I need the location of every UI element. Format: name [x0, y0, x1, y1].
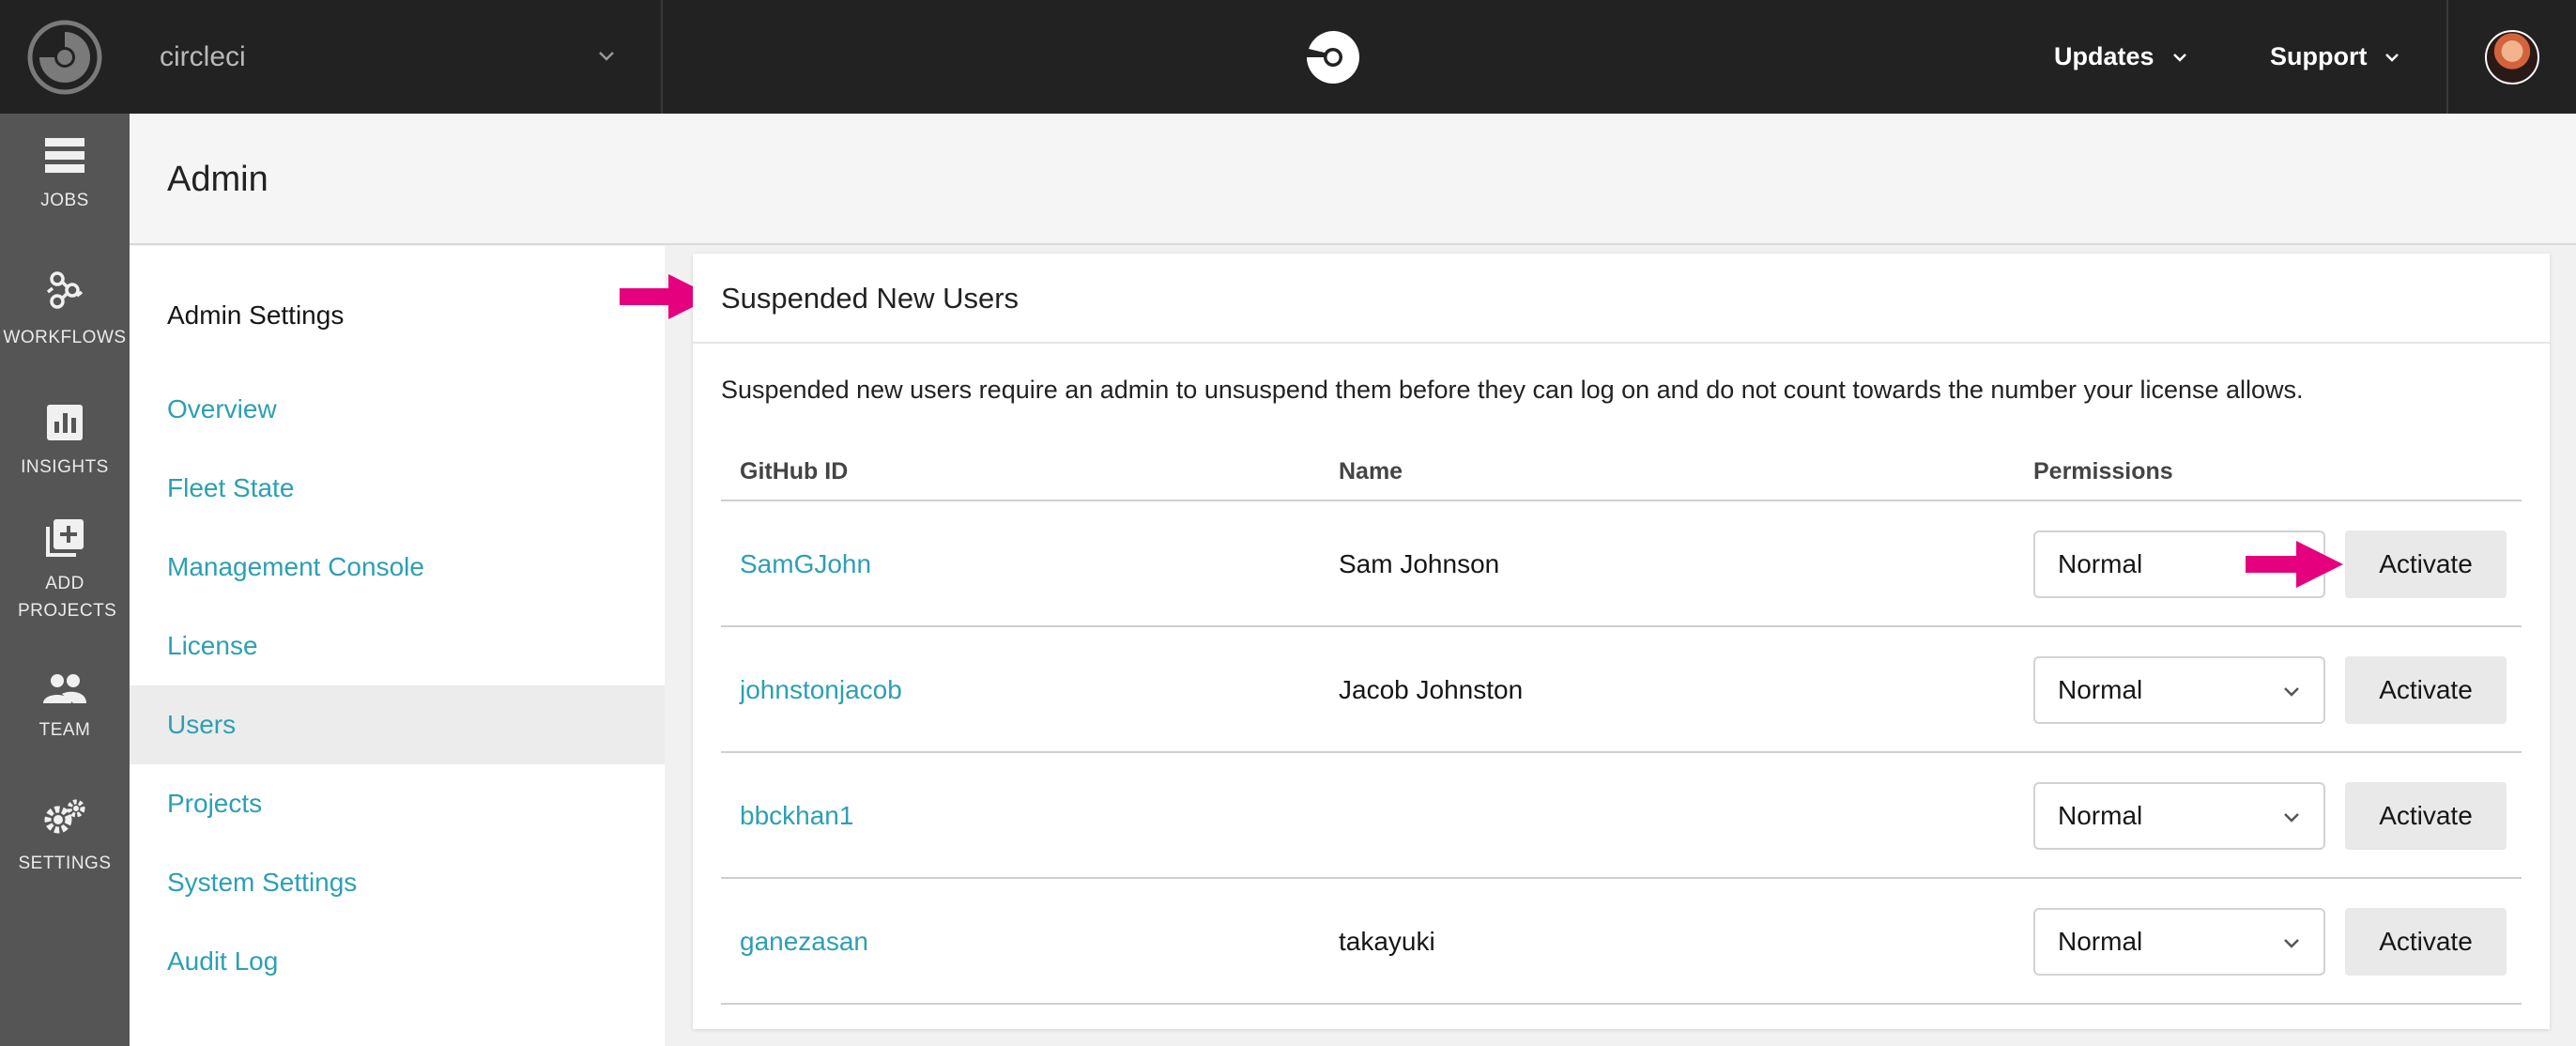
nav-item-system-settings[interactable]: System Settings [130, 843, 665, 922]
table-row: bbckhan1 Normal Activate [721, 753, 2522, 879]
users-table: GitHub ID Name Permissions SamGJohn Sam … [721, 441, 2522, 1005]
circleci-logo-icon [27, 20, 102, 94]
insights-icon [47, 405, 83, 440]
nav-item-users[interactable]: Users [130, 685, 665, 764]
chevron-down-icon [2172, 53, 2186, 62]
github-id-link[interactable]: SamGJohn [740, 501, 871, 627]
updates-menu[interactable]: Updates [2054, 0, 2188, 114]
rail-label: TEAM [38, 720, 91, 740]
rail-label: WORKFLOWS [3, 328, 127, 347]
avatar [2485, 29, 2539, 85]
user-name: Jacob Johnston [1339, 675, 1524, 704]
support-label: Support [2270, 42, 2368, 70]
user-name: Sam Johnson [1339, 549, 1500, 578]
user-name: takayuki [1339, 927, 1435, 956]
circleci-logo-button[interactable] [0, 0, 130, 114]
table-row: ganezasan takayuki Normal Activate [721, 879, 2522, 1005]
rail-label: JOBS [40, 191, 89, 210]
nav-item-overview[interactable]: Overview [130, 370, 665, 449]
rail-label: INSIGHTS [21, 457, 109, 477]
updates-label: Updates [2054, 42, 2154, 70]
admin-settings-nav: Admin Settings Overview Fleet State Mana… [130, 246, 665, 1046]
annotation-arrow-icon [2246, 541, 2343, 588]
table-row: SamGJohn Sam Johnson Normal Activate [721, 501, 2522, 627]
support-menu[interactable]: Support [2270, 0, 2400, 114]
org-name: circleci [160, 41, 246, 72]
workflows-icon [46, 271, 84, 309]
github-id-link[interactable]: ganezasan [740, 879, 868, 1005]
chevron-down-icon [599, 52, 614, 61]
user-menu[interactable] [2446, 0, 2576, 114]
permission-value: Normal [2058, 927, 2143, 956]
page-header: Admin [130, 114, 2576, 245]
permission-select[interactable]: Normal [2033, 782, 2325, 850]
github-id-link[interactable]: bbckhan1 [740, 753, 853, 879]
rail-item-insights[interactable]: INSIGHTS [0, 405, 130, 481]
jobs-icon [45, 138, 84, 173]
rail-label: SETTINGS [18, 854, 112, 873]
permission-select[interactable]: Normal [2033, 908, 2325, 976]
settings-icon [44, 799, 85, 834]
rail-item-settings[interactable]: SETTINGS [0, 799, 130, 877]
table-row: johnstonjacob Jacob Johnston Normal Acti… [721, 627, 2522, 753]
panel-description: Suspended new users require an admin to … [721, 376, 2304, 404]
rail-label: ADD PROJECTS [18, 574, 117, 621]
table-header: GitHub ID Name Permissions [721, 441, 2522, 501]
activate-button[interactable]: Activate [2345, 531, 2507, 598]
chevron-down-icon [2385, 53, 2400, 62]
column-github-id: GitHub ID [740, 458, 849, 485]
permission-value: Normal [2058, 675, 2143, 704]
column-name: Name [1339, 458, 1403, 485]
nav-item-license[interactable]: License [130, 607, 665, 685]
chevron-down-icon [2284, 813, 2299, 823]
github-id-link[interactable]: johnstonjacob [740, 627, 902, 753]
top-bar: circleci Updates Support [0, 0, 2576, 114]
activate-button[interactable]: Activate [2345, 782, 2507, 850]
rail-item-team[interactable]: TEAM [0, 673, 130, 744]
permission-value: Normal [2058, 801, 2143, 830]
circleci-center-logo-icon[interactable] [1306, 30, 1360, 85]
left-nav-rail: JOBS WORKFLOWS INSIGHTS ADD PROJECTS TEA… [0, 114, 130, 1046]
rail-item-jobs[interactable]: JOBS [0, 138, 130, 214]
chevron-down-icon [2284, 687, 2299, 697]
add-projects-icon [46, 519, 84, 557]
activate-button[interactable]: Activate [2345, 908, 2507, 976]
suspended-users-panel: Suspended New Users Suspended new users … [693, 254, 2550, 1029]
rail-item-add-projects[interactable]: ADD PROJECTS [0, 519, 130, 624]
page-title: Admin [167, 160, 268, 199]
panel-title: Suspended New Users [721, 282, 1020, 315]
nav-item-management-console[interactable]: Management Console [130, 528, 665, 607]
column-permissions: Permissions [2033, 458, 2173, 485]
nav-item-projects[interactable]: Projects [130, 764, 665, 843]
nav-item-fleet-state[interactable]: Fleet State [130, 449, 665, 528]
nav-item-audit-log[interactable]: Audit Log [130, 922, 665, 1001]
org-switcher[interactable]: circleci [130, 0, 663, 114]
permission-value: Normal [2058, 549, 2143, 578]
rail-item-workflows[interactable]: WORKFLOWS [0, 269, 130, 351]
panel-header: Suspended New Users [693, 254, 2550, 344]
admin-settings-heading: Admin Settings [167, 300, 345, 330]
chevron-down-icon [2284, 939, 2299, 948]
team-icon [43, 674, 86, 703]
activate-button[interactable]: Activate [2345, 656, 2507, 724]
permission-select[interactable]: Normal [2033, 656, 2325, 724]
